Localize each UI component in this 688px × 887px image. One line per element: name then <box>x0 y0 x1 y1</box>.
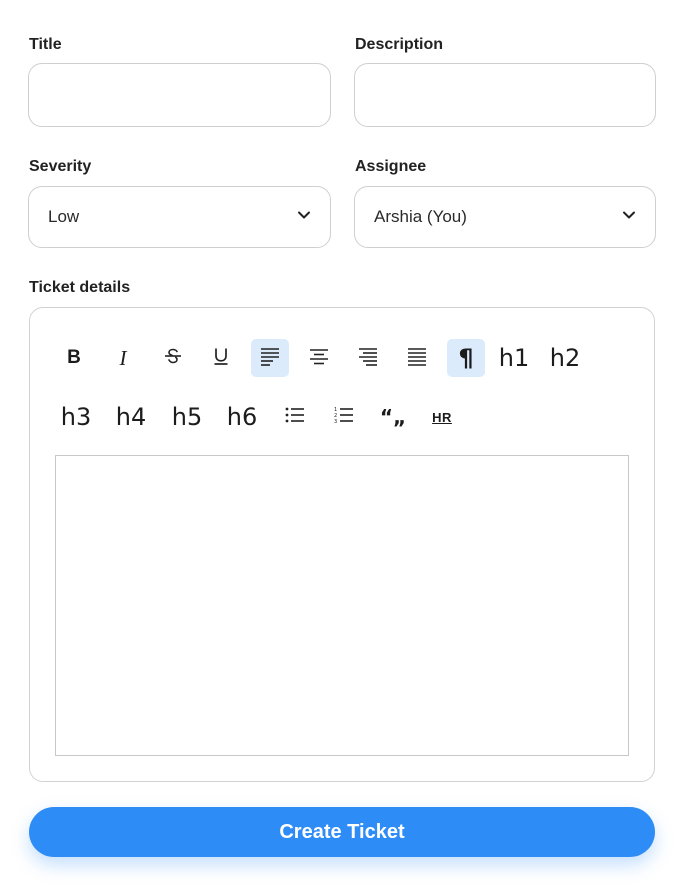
create-ticket-button[interactable]: Create Ticket <box>29 807 655 857</box>
heading-6-button[interactable]: h6 <box>223 398 261 436</box>
align-right-icon <box>357 345 379 372</box>
heading-2-button[interactable]: h2 <box>546 339 584 377</box>
chevron-down-icon <box>296 207 312 228</box>
ticket-details-textarea[interactable] <box>55 455 629 756</box>
quote-icon: “„ <box>379 405 407 429</box>
title-input[interactable] <box>28 63 331 127</box>
underline-icon <box>210 345 232 372</box>
heading-1-label: h1 <box>498 344 530 372</box>
description-input[interactable] <box>354 63 656 127</box>
align-justify-icon <box>406 345 428 372</box>
hr-icon: HR <box>432 409 452 425</box>
italic-icon: I <box>119 345 127 370</box>
bullet-list-button[interactable] <box>276 398 314 436</box>
severity-label: Severity <box>29 158 92 175</box>
heading-5-button[interactable]: h5 <box>168 398 206 436</box>
align-left-button[interactable] <box>251 339 289 377</box>
assignee-select[interactable]: Arshia (You) <box>354 186 656 248</box>
heading-4-label: h4 <box>115 403 147 431</box>
strikethrough-icon <box>162 345 184 372</box>
heading-5-label: h5 <box>171 403 203 431</box>
align-left-icon <box>259 345 281 372</box>
heading-3-button[interactable]: h3 <box>57 398 95 436</box>
heading-3-label: h3 <box>60 403 92 431</box>
ordered-list-icon: 123 <box>333 404 355 431</box>
paragraph-button[interactable]: ¶ <box>447 339 485 377</box>
align-right-button[interactable] <box>349 339 387 377</box>
severity-value: Low <box>48 207 80 226</box>
assignee-value: Arshia (You) <box>374 207 467 226</box>
horizontal-rule-button[interactable]: HR <box>423 398 461 436</box>
heading-4-button[interactable]: h4 <box>112 398 150 436</box>
heading-1-button[interactable]: h1 <box>495 339 533 377</box>
assignee-label: Assignee <box>355 158 427 175</box>
ticket-details-label: Ticket details <box>29 279 131 296</box>
bold-button[interactable]: B <box>55 339 93 377</box>
paragraph-icon: ¶ <box>458 344 474 372</box>
severity-select[interactable]: Low <box>28 186 331 248</box>
align-justify-button[interactable] <box>398 339 436 377</box>
bullet-list-icon <box>284 404 306 431</box>
ordered-list-button[interactable]: 123 <box>325 398 363 436</box>
rich-text-editor: B I ¶ h1 h2 h3 h4 h5 h6 1 2 3 “„ HR <box>29 307 655 782</box>
strikethrough-button[interactable] <box>154 339 192 377</box>
blockquote-button[interactable]: “„ <box>374 398 412 436</box>
svg-text:3: 3 <box>334 419 337 425</box>
underline-button[interactable] <box>202 339 240 377</box>
italic-button[interactable]: I <box>104 339 142 377</box>
heading-6-label: h6 <box>226 403 258 431</box>
description-label: Description <box>355 36 444 53</box>
heading-2-label: h2 <box>549 344 581 372</box>
title-label: Title <box>29 36 62 53</box>
bold-icon: B <box>67 347 81 368</box>
chevron-down-icon <box>621 207 637 228</box>
align-center-button[interactable] <box>300 339 338 377</box>
align-center-icon <box>308 345 330 372</box>
